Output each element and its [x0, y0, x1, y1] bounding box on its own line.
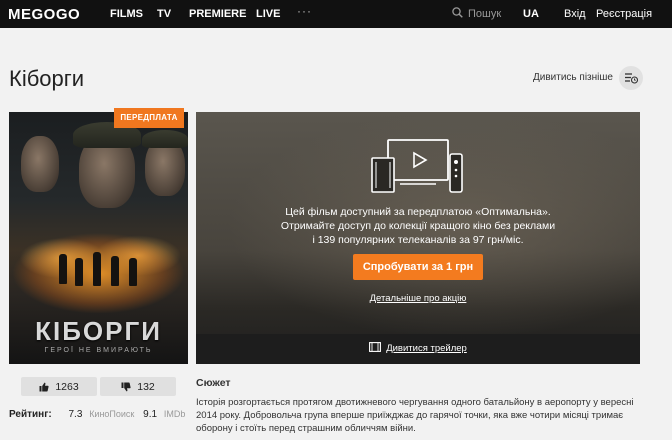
imdb-source: IMDb: [163, 409, 186, 419]
search-button[interactable]: Пошук: [452, 7, 501, 21]
poster-soldier: [111, 256, 119, 286]
subscription-line: і 139 популярних телеканалів за 97 грн/м…: [312, 234, 524, 246]
watch-later-button[interactable]: [619, 66, 643, 90]
subscription-panel: Цей фільм доступний за передплатою «Опти…: [196, 112, 640, 364]
film-strip-icon: [369, 342, 382, 355]
imdb-rating: 9.1: [143, 409, 158, 420]
nav-tv[interactable]: TV: [157, 8, 171, 20]
poster-soldier: [59, 254, 67, 284]
thumbs-up-icon: [39, 382, 49, 391]
like-button[interactable]: 1263: [21, 377, 97, 396]
watch-trailer-link[interactable]: Дивитися трейлер: [196, 342, 640, 355]
search-icon: [452, 7, 463, 21]
poster-title: КІБОРГИ: [35, 316, 162, 346]
ratings-row: Рейтинг: 7.3 КиноПоиск 9.1 IMDb: [9, 409, 191, 420]
subscription-line: Отримайте доступ до колекції кращого кін…: [280, 220, 556, 232]
nav-films[interactable]: FILMS: [110, 8, 143, 20]
poster-tagline: ГЕРОЇ НЕ ВМИРАЮТЬ: [44, 347, 153, 354]
movie-poster: КІБОРГИ ГЕРОЇ НЕ ВМИРАЮТЬ: [9, 112, 188, 364]
trailer-label: Дивитися трейлер: [386, 343, 467, 355]
register-link[interactable]: Реєстрація: [596, 8, 652, 20]
try-for-1-uah-button[interactable]: Спробувати за 1 грн: [353, 254, 483, 280]
dislike-count: 132: [137, 380, 155, 393]
login-link[interactable]: Вхід: [564, 8, 586, 20]
poster-soldier: [129, 258, 137, 286]
language-switch[interactable]: UA: [523, 8, 539, 20]
page-title: Кіборги: [9, 66, 85, 91]
like-count: 1263: [55, 380, 79, 393]
dislike-button[interactable]: 132: [100, 377, 176, 396]
watch-later-label[interactable]: Дивитись пізніше: [533, 72, 613, 83]
subscription-badge: ПЕРЕДПЛАТА: [114, 108, 184, 128]
poster-soldier: [93, 252, 101, 286]
thumbs-down-icon: [121, 382, 131, 391]
watch-later-icon: [625, 73, 638, 84]
poster-helmet-right: [142, 130, 188, 148]
kinopoisk-source: КиноПоиск: [89, 409, 135, 419]
subscription-line: Цей фільм доступний за передплатою «Опти…: [285, 206, 551, 218]
rating-label: Рейтинг:: [9, 409, 52, 420]
nav-premiere[interactable]: PREMIERE: [189, 8, 246, 20]
poster-soldier: [75, 258, 83, 286]
plot-heading: Сюжет: [196, 377, 231, 389]
more-menu-button[interactable]: ···: [297, 4, 312, 18]
poster-face-left: [21, 136, 59, 192]
tv-remote-icon: [371, 139, 463, 193]
kinopoisk-rating: 7.3: [68, 409, 83, 420]
nav-live[interactable]: LIVE: [256, 8, 280, 20]
promo-details-link[interactable]: Детальніше про акцію: [196, 293, 640, 304]
plot-description: Історія розгортається протягом двотижнев…: [196, 397, 634, 434]
top-navigation-bar: MEGOGO FILMS TV PREMIERE LIVE ··· Пошук …: [0, 0, 672, 28]
search-label: Пошук: [468, 7, 502, 20]
megogo-logo[interactable]: MEGOGO: [8, 6, 80, 23]
subscription-description: Цей фільм доступний за передплатою «Опти…: [236, 205, 600, 247]
